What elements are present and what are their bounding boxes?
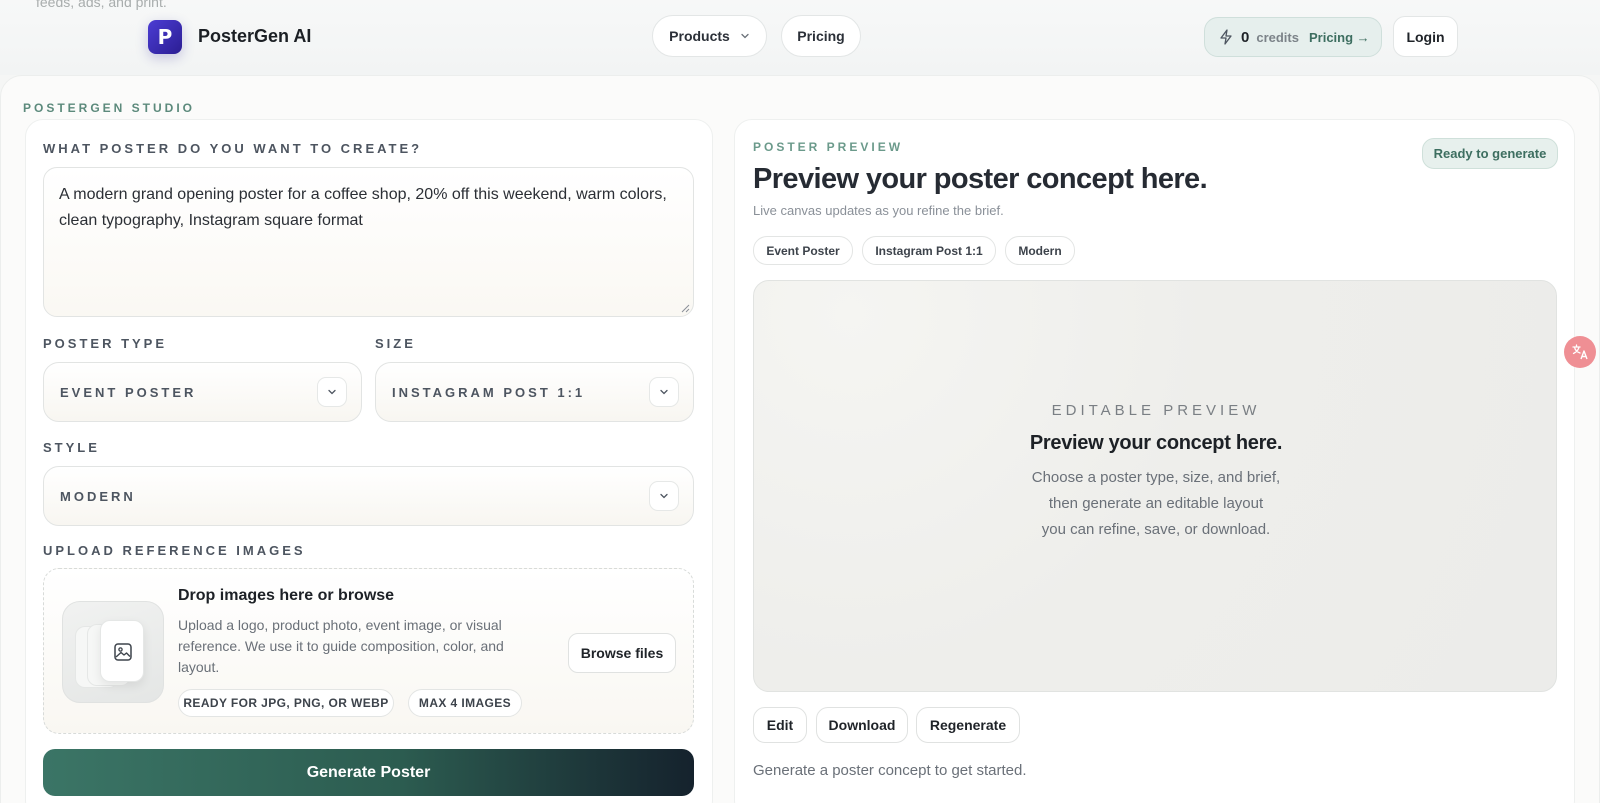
upload-dropzone[interactable]: Drop images here or browse Upload a logo… <box>43 568 694 734</box>
products-menu-button[interactable]: Products <box>652 15 767 57</box>
upload-label: UPLOAD REFERENCE IMAGES <box>43 543 306 558</box>
edit-button[interactable]: Edit <box>753 707 807 743</box>
brand-name[interactable]: PosterGen AI <box>198 26 311 47</box>
size-label: SIZE <box>375 336 416 351</box>
generate-poster-button[interactable]: Generate Poster <box>43 749 694 796</box>
preview-label: POSTER PREVIEW <box>753 140 904 154</box>
max-images-chip: MAX 4 IMAGES <box>408 689 522 717</box>
prompt-label: WHAT POSTER DO YOU WANT TO CREATE? <box>43 141 423 156</box>
preview-subtitle: Live canvas updates as you refine the br… <box>753 203 1004 218</box>
formats-chip: READY FOR JPG, PNG, OR WEBP <box>178 689 394 717</box>
credits-count: 0 <box>1241 28 1250 46</box>
chevron-down-icon <box>660 493 668 499</box>
preview-title: Preview your poster concept here. <box>753 163 1208 195</box>
poster-type-value: EVENT POSTER <box>60 384 197 400</box>
pricing-nav-link[interactable]: Pricing <box>781 15 861 57</box>
size-value: INSTAGRAM POST 1:1 <box>392 384 586 400</box>
chevron-down-icon <box>660 389 668 395</box>
preview-hint: Generate a poster concept to get started… <box>753 762 1027 779</box>
canvas-line-1: Choose a poster type, size, and brief, <box>1031 469 1281 486</box>
poster-type-select[interactable]: EVENT POSTER <box>43 362 362 422</box>
logo-letter: P <box>157 25 173 49</box>
status-badge: Ready to generate <box>1422 138 1558 169</box>
pricing-label: Pricing <box>797 28 845 44</box>
canvas-title: Preview your concept here. <box>1029 432 1283 454</box>
browse-files-button[interactable]: Browse files <box>568 633 676 673</box>
tag-style: Modern <box>1005 236 1075 265</box>
preview-canvas[interactable]: EDITABLE PREVIEW Preview your concept he… <box>753 280 1557 692</box>
prompt-textarea[interactable]: A modern grand opening poster for a coff… <box>43 167 694 317</box>
login-button[interactable]: Login <box>1393 16 1458 57</box>
tag-size: Instagram Post 1:1 <box>862 236 996 265</box>
thumb-card-front <box>100 620 144 682</box>
upload-title: Drop images here or browse <box>178 587 395 604</box>
tag-poster-type: Event Poster <box>753 236 853 265</box>
poster-type-dropdown-toggle[interactable] <box>317 377 347 407</box>
chevron-down-icon <box>328 389 336 395</box>
chevron-down-icon <box>741 33 749 39</box>
lightning-icon <box>1220 29 1232 45</box>
prompt-value: A modern grand opening poster for a coff… <box>59 186 667 229</box>
credits-badge[interactable]: 0 credits Pricing → <box>1204 17 1382 57</box>
canvas-line-2: then generate an editable layout <box>1048 495 1264 512</box>
style-label: STYLE <box>43 440 100 455</box>
translate-icon[interactable] <box>1564 336 1596 368</box>
upload-description: Upload a logo, product photo, event imag… <box>178 617 504 675</box>
credits-pricing-link[interactable]: Pricing → <box>1309 30 1370 45</box>
studio-label: POSTERGEN STUDIO <box>23 101 196 115</box>
canvas-line-3: you can refine, save, or download. <box>1041 521 1271 538</box>
style-select[interactable]: MODERN <box>43 466 694 526</box>
size-dropdown-toggle[interactable] <box>649 377 679 407</box>
credits-label: credits <box>1256 29 1299 45</box>
style-value: MODERN <box>60 488 136 504</box>
brand-logo[interactable]: P <box>148 20 182 54</box>
size-select[interactable]: INSTAGRAM POST 1:1 <box>375 362 694 422</box>
download-button[interactable]: Download <box>816 707 908 743</box>
poster-type-label: POSTER TYPE <box>43 336 168 351</box>
resize-grip-icon[interactable] <box>680 303 690 313</box>
top-nav: P PosterGen AI Products Pricing 0 credit… <box>0 0 1600 74</box>
image-icon <box>114 643 132 661</box>
upload-thumbnail-stack <box>62 601 164 703</box>
regenerate-button[interactable]: Regenerate <box>916 707 1020 743</box>
canvas-description: Choose a poster type, size, and brief, t… <box>956 465 1356 543</box>
style-dropdown-toggle[interactable] <box>649 481 679 511</box>
products-label: Products <box>669 28 730 44</box>
canvas-label: EDITABLE PREVIEW <box>1051 402 1261 419</box>
